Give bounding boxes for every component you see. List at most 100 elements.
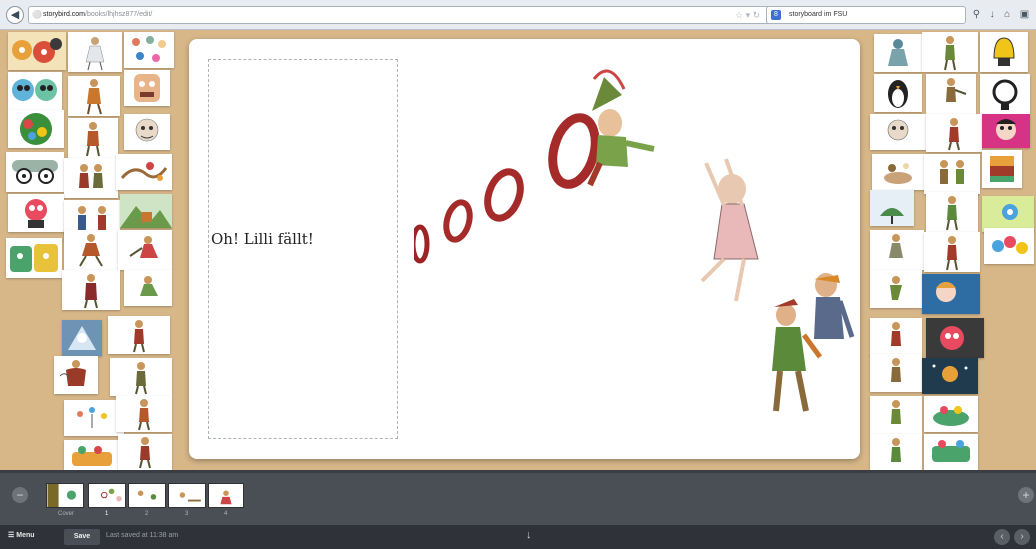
search-engine-icon[interactable]: 8 xyxy=(771,10,781,20)
art-thumbnail[interactable] xyxy=(8,110,64,148)
page-label-cover: Cover xyxy=(58,511,75,517)
art-thumbnail[interactable] xyxy=(118,230,172,270)
bookmarks-icon[interactable]: ▣ xyxy=(1020,6,1029,24)
add-page-icon[interactable]: + xyxy=(1018,487,1034,503)
art-thumbnail[interactable] xyxy=(924,434,978,470)
page-thumb-3[interactable] xyxy=(168,483,206,508)
page-label-4: 4 xyxy=(224,511,228,517)
menu-label: Menu xyxy=(16,532,35,539)
art-thumbnail[interactable] xyxy=(922,274,980,314)
back-arrow-icon[interactable]: ◀ xyxy=(6,6,24,24)
art-thumbnail[interactable] xyxy=(926,114,982,152)
art-thumbnail[interactable] xyxy=(68,76,120,116)
art-thumbnail[interactable] xyxy=(926,318,984,358)
art-thumbnail[interactable] xyxy=(980,74,1030,114)
page-thumb-1[interactable] xyxy=(88,483,126,508)
editor-bottom-bar: ☰ Menu Save Last saved at 11:38 am ↓ ‹ › xyxy=(0,525,1036,549)
search-icon[interactable]: ⚲ xyxy=(973,6,980,24)
art-thumbnail[interactable] xyxy=(68,32,122,72)
next-page-icon[interactable]: › xyxy=(1014,529,1030,545)
url-host: storybird.com xyxy=(43,11,86,18)
art-thumbnail[interactable] xyxy=(64,158,118,198)
search-input[interactable]: 8 storyboard im FSU xyxy=(766,6,966,24)
save-button[interactable]: Save xyxy=(64,529,100,545)
art-thumbnail[interactable] xyxy=(870,230,924,270)
page-thumb-2[interactable] xyxy=(128,483,166,508)
art-thumbnail[interactable] xyxy=(8,194,64,232)
art-thumbnail[interactable] xyxy=(980,32,1028,72)
art-thumbnail[interactable] xyxy=(64,400,124,436)
art-thumbnail[interactable] xyxy=(870,354,922,392)
art-thumbnail[interactable] xyxy=(872,154,928,190)
art-thumbnail[interactable] xyxy=(108,316,170,354)
download-icon[interactable]: ↓ xyxy=(990,6,995,24)
art-thumbnail[interactable] xyxy=(870,434,922,470)
menu-button[interactable]: ☰ Menu xyxy=(8,531,35,539)
art-thumbnail[interactable] xyxy=(874,74,922,112)
art-thumbnail[interactable] xyxy=(982,114,1030,148)
art-thumbnail[interactable] xyxy=(982,196,1034,232)
dropdown-icon[interactable]: ▾ xyxy=(746,10,751,20)
page-thumb-4[interactable] xyxy=(208,483,244,508)
art-thumbnail[interactable] xyxy=(924,154,980,194)
art-thumbnail[interactable] xyxy=(116,396,172,432)
browser-toolbar: ◀ ⚪ storybird.com/books/lhjhsz877/edit/ … xyxy=(0,0,1036,30)
page-label-2: 2 xyxy=(145,511,149,517)
address-bar[interactable]: ⚪ storybird.com/books/lhjhsz877/edit/ xyxy=(28,6,788,24)
page-illustration[interactable] xyxy=(410,39,860,459)
previous-page-icon[interactable]: ‹ xyxy=(994,529,1010,545)
bookmark-star-icon[interactable]: ☆ xyxy=(735,10,743,20)
story-text[interactable]: Oh! Lilli fällt! xyxy=(211,230,314,248)
save-status: Last saved at 11:38 am xyxy=(106,532,179,539)
art-thumbnail[interactable] xyxy=(870,318,922,356)
art-thumbnail[interactable] xyxy=(118,434,172,470)
reload-icon[interactable]: ↻ xyxy=(753,10,761,20)
art-thumbnail[interactable] xyxy=(870,114,926,150)
art-thumbnail[interactable] xyxy=(116,154,172,190)
art-thumbnail[interactable] xyxy=(124,114,170,150)
hamburger-icon: ☰ xyxy=(8,532,15,539)
page-label-1: 1 xyxy=(105,511,109,517)
art-thumbnail[interactable] xyxy=(64,440,122,472)
art-thumbnail[interactable] xyxy=(124,32,174,68)
art-thumbnail[interactable] xyxy=(924,232,980,272)
art-thumbnail[interactable] xyxy=(870,270,922,308)
art-thumbnail[interactable] xyxy=(6,152,64,192)
search-query: storyboard im FSU xyxy=(789,11,848,18)
art-thumbnail[interactable] xyxy=(64,230,118,270)
scroll-left-icon[interactable]: − xyxy=(12,487,28,503)
url-path: /books/lhjhsz877/edit/ xyxy=(85,11,153,18)
art-thumbnail[interactable] xyxy=(922,358,978,394)
art-thumbnail[interactable] xyxy=(926,192,978,232)
page-label-3: 3 xyxy=(185,511,189,517)
art-thumbnail[interactable] xyxy=(124,70,170,106)
art-thumbnail[interactable] xyxy=(8,32,66,70)
art-thumbnail[interactable] xyxy=(926,74,976,114)
home-icon[interactable]: ⌂ xyxy=(1004,6,1010,24)
art-thumbnail[interactable] xyxy=(984,228,1034,264)
page-filmstrip: − Cover 1 2 3 4 + xyxy=(0,470,1036,525)
globe-icon: ⚪ xyxy=(32,10,42,19)
art-thumbnail[interactable] xyxy=(924,396,978,432)
page-thumb-cover[interactable] xyxy=(46,483,84,508)
art-thumbnail[interactable] xyxy=(6,238,62,278)
story-text-box[interactable]: Oh! Lilli fällt! xyxy=(208,59,398,439)
art-thumbnail[interactable] xyxy=(870,396,922,434)
art-thumbnail[interactable] xyxy=(110,358,172,396)
art-thumbnail[interactable] xyxy=(62,270,120,310)
art-thumbnail[interactable] xyxy=(8,72,62,110)
art-thumbnail[interactable] xyxy=(922,32,978,72)
address-bar-tools: ☆ ▾ ↻ xyxy=(735,6,760,24)
double-chevron-down-icon[interactable]: ↓ xyxy=(526,529,532,541)
art-thumbnail[interactable] xyxy=(982,150,1022,188)
art-thumbnail[interactable] xyxy=(124,270,172,306)
art-thumbnail[interactable] xyxy=(62,320,102,356)
art-thumbnail[interactable] xyxy=(874,34,922,72)
browser-actions: ⚲ ↓ ⌂ ▣ xyxy=(968,6,1034,24)
art-thumbnail[interactable] xyxy=(54,356,98,394)
editor-workspace: Oh! Lilli fällt! xyxy=(0,30,1036,472)
art-thumbnail[interactable] xyxy=(870,190,914,226)
art-thumbnail[interactable] xyxy=(120,194,172,228)
story-page-canvas[interactable]: Oh! Lilli fällt! xyxy=(189,39,860,459)
art-thumbnail[interactable] xyxy=(68,118,118,158)
